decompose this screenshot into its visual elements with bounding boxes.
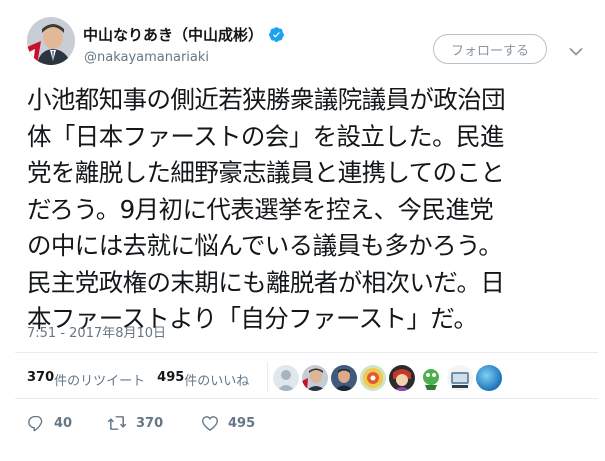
retweet-icon: [107, 414, 127, 432]
engagement-stats: 370 件のリツイート 495 件のいいね: [27, 370, 249, 389]
name-row: 中山なりあき（中山成彬）: [83, 24, 285, 45]
liker-avatar[interactable]: [302, 365, 328, 391]
avatar[interactable]: [27, 17, 75, 65]
retweet-button[interactable]: 370: [107, 414, 201, 432]
retweet-count: 370: [136, 415, 164, 431]
divider: [15, 352, 598, 353]
follow-button[interactable]: フォローする: [433, 34, 547, 64]
tweet-text-line: 小池都知事の側近若狭勝衆議院議員が政治団: [27, 85, 506, 114]
chevron-down-icon[interactable]: [569, 42, 583, 56]
retweets-count: 370: [27, 370, 55, 385]
liker-avatar[interactable]: [360, 365, 386, 391]
likes-stat[interactable]: 495 件のいいね: [157, 370, 249, 389]
retweets-label: 件のリツイート: [54, 374, 146, 389]
tweet-actions: 40 370 495: [27, 414, 255, 432]
liker-avatar[interactable]: [389, 365, 415, 391]
tweet-text-line: だろう。9月初に代表選挙を控え、今民進党: [27, 194, 494, 224]
likes-label: 件のいいね: [184, 374, 250, 389]
timestamp[interactable]: 7:51 - 2017年8月10日: [27, 322, 166, 341]
tweet-text-line: 体「日本ファーストの会」を設立した。民進: [27, 121, 504, 151]
heart-icon: [201, 414, 219, 432]
tweet-text: 小池都知事の側近若狭勝衆議院議員が政治団 体「日本ファーストの会」を設立した。民…: [27, 82, 597, 338]
liker-avatar[interactable]: [331, 365, 357, 391]
likes-count: 495: [157, 370, 185, 385]
user-handle[interactable]: @nakayamanariaki: [84, 50, 209, 65]
tweet-card: 中山なりあき（中山成彬） @nakayamanariaki フォローする 小池都…: [0, 0, 605, 461]
reply-icon: [27, 414, 45, 432]
like-button[interactable]: 495: [201, 414, 255, 432]
liker-avatar[interactable]: [476, 365, 502, 391]
tweet-text-line: 党を離脱した細野豪志議員と連携してのこと: [27, 158, 505, 187]
liker-avatar[interactable]: [273, 365, 299, 391]
tweet-text-line: 民主党政権の末期にも離脱者が相次いだ。日: [27, 267, 505, 297]
verified-badge-icon: [268, 26, 285, 43]
display-name[interactable]: 中山なりあき（中山成彬）: [83, 24, 263, 45]
liker-avatar[interactable]: [447, 365, 473, 391]
like-count: 495: [228, 415, 256, 431]
tweet-text-line: の中には去就に悩んでいる議員も多かろう。: [27, 231, 503, 260]
liker-avatars: [273, 365, 505, 391]
retweets-stat[interactable]: 370 件のリツイート: [27, 370, 145, 389]
reply-count: 40: [54, 415, 73, 431]
reply-button[interactable]: 40: [27, 414, 107, 432]
divider: [15, 398, 598, 399]
stats-separator: [267, 362, 268, 392]
liker-avatar[interactable]: [418, 365, 444, 391]
